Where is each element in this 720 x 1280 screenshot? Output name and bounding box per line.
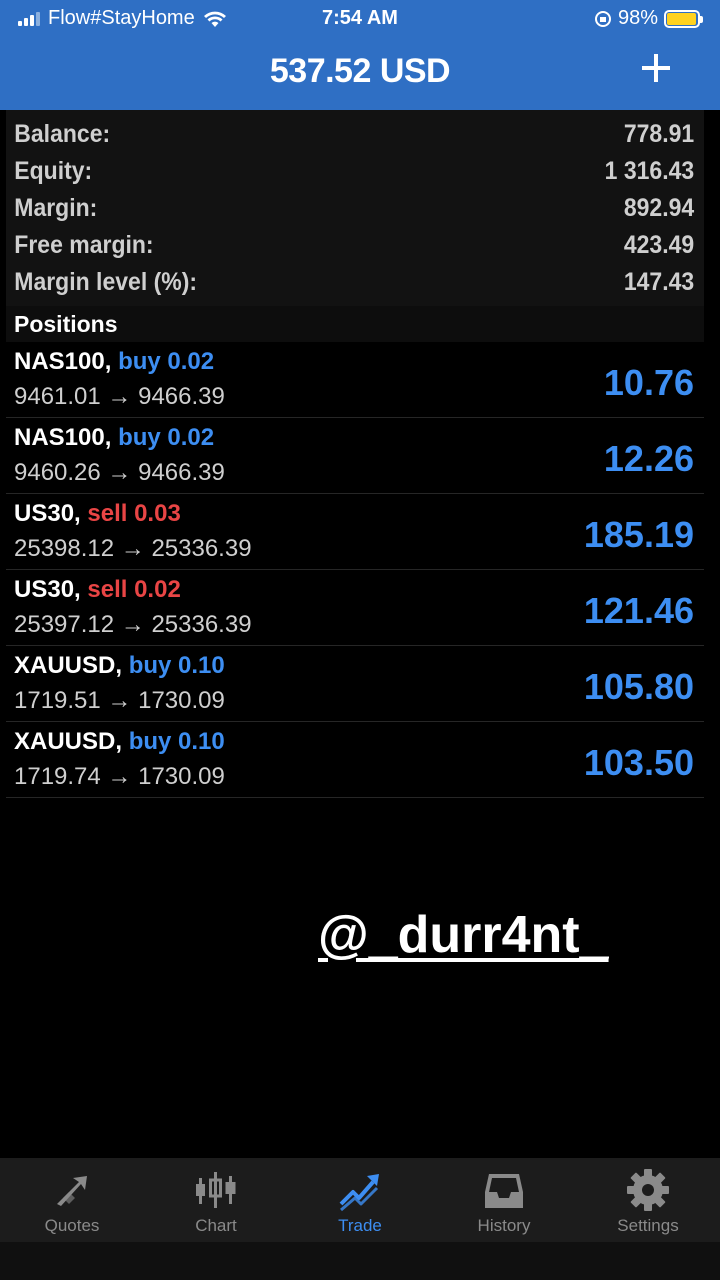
position-profit: 121.46 xyxy=(583,590,694,631)
tab-bar: Quotes Chart Trade History Settings xyxy=(0,1158,720,1242)
status-bar: Flow#StayHome 7:54 AM 98% xyxy=(0,0,720,38)
battery-fill xyxy=(667,12,697,25)
summary-value: 147.43 xyxy=(623,268,695,296)
position-side: buy 0.02 xyxy=(118,348,215,375)
status-right: 98% xyxy=(594,7,703,30)
position-symbol: NAS100, xyxy=(14,424,112,451)
watermark-text: @_durr4nt_ xyxy=(318,906,609,964)
battery-icon xyxy=(664,9,703,28)
summary-row-free-margin: Free margin: 423.49 xyxy=(6,227,703,264)
position-symbol: US30, xyxy=(14,576,81,603)
summary-label: Margin level (%): xyxy=(14,268,198,296)
summary-label: Free margin: xyxy=(14,231,154,259)
battery-percent: 98% xyxy=(617,7,658,29)
tab-trade[interactable]: Trade xyxy=(288,1158,432,1242)
position-side: buy 0.10 xyxy=(128,652,225,679)
summary-value: 892.94 xyxy=(623,194,695,222)
orientation-lock-icon xyxy=(594,10,611,27)
tab-label: Chart xyxy=(195,1216,237,1235)
account-summary: Balance: 778.91 Equity: 1 316.43 Margin:… xyxy=(6,110,704,306)
summary-value: 423.49 xyxy=(623,231,695,259)
summary-row-margin-level: Margin level (%): 147.43 xyxy=(6,264,703,301)
tab-history[interactable]: History xyxy=(432,1158,576,1242)
tab-label: Trade xyxy=(338,1216,382,1235)
tab-label: Quotes xyxy=(44,1216,100,1235)
position-symbol: NAS100, xyxy=(14,348,112,375)
inbox-tray-icon xyxy=(485,1174,523,1208)
tab-chart[interactable]: Chart xyxy=(144,1158,288,1242)
summary-row-balance: Balance: 778.91 xyxy=(6,116,703,153)
summary-label: Equity: xyxy=(14,157,93,185)
quotes-arrows-icon xyxy=(57,1176,87,1206)
tab-label: History xyxy=(477,1216,531,1235)
position-symbol: US30, xyxy=(14,500,81,527)
position-profit: 185.19 xyxy=(583,514,694,555)
positions-list: NAS100, buy 0.02 9461.01 → 9466.39 10.76… xyxy=(6,342,704,798)
position-profit: 10.76 xyxy=(603,362,694,403)
gear-icon xyxy=(627,1169,669,1211)
tab-label: Settings xyxy=(617,1216,679,1235)
candlestick-icon xyxy=(196,1172,236,1208)
position-prices: 9460.26 → 9466.39 xyxy=(14,459,225,486)
summary-label: Margin: xyxy=(14,194,98,222)
position-row[interactable]: XAUUSD, buy 0.10 1719.51 → 1730.09 105.8… xyxy=(6,646,704,722)
position-profit: 12.26 xyxy=(603,438,694,479)
tab-settings[interactable]: Settings xyxy=(576,1158,720,1242)
position-symbol: XAUUSD, xyxy=(14,652,123,679)
position-symbol: XAUUSD, xyxy=(14,728,123,755)
position-side: buy 0.02 xyxy=(118,424,215,451)
position-row[interactable]: XAUUSD, buy 0.10 1719.74 → 1730.09 103.5… xyxy=(6,722,704,798)
summary-row-margin: Margin: 892.94 xyxy=(6,190,703,227)
summary-value: 778.91 xyxy=(623,120,695,148)
trade-trend-icon xyxy=(339,1174,379,1212)
position-row[interactable]: NAS100, buy 0.02 9461.01 → 9466.39 10.76 xyxy=(6,342,704,418)
summary-label: Balance: xyxy=(14,120,111,148)
home-indicator-area xyxy=(0,1242,720,1280)
position-row[interactable]: NAS100, buy 0.02 9460.26 → 9466.39 12.26 xyxy=(6,418,704,494)
position-row[interactable]: US30, sell 0.02 25397.12 → 25336.39 121.… xyxy=(6,570,704,646)
position-prices: 1719.74 → 1730.09 xyxy=(14,763,225,790)
positions-section-header: Positions xyxy=(6,306,704,342)
position-row[interactable]: US30, sell 0.03 25398.12 → 25336.39 185.… xyxy=(6,494,704,570)
summary-value: 1 316.43 xyxy=(604,157,695,185)
new-order-plus-icon[interactable] xyxy=(636,48,676,88)
summary-row-equity: Equity: 1 316.43 xyxy=(6,153,703,190)
position-profit: 103.50 xyxy=(583,742,694,783)
position-prices: 9461.01 → 9466.39 xyxy=(14,383,225,410)
position-side: buy 0.10 xyxy=(128,728,225,755)
app-header: Flow#StayHome 7:54 AM 98% 537.52 USD xyxy=(0,0,720,110)
position-side: sell 0.03 xyxy=(87,500,181,527)
tab-quotes[interactable]: Quotes xyxy=(0,1158,144,1242)
position-prices: 25398.12 → 25336.39 xyxy=(14,535,252,562)
position-prices: 1719.51 → 1730.09 xyxy=(14,687,225,714)
position-profit: 105.80 xyxy=(583,666,694,707)
position-side: sell 0.02 xyxy=(87,576,181,603)
account-profit-title: 537.52 USD xyxy=(269,52,451,90)
position-prices: 25397.12 → 25336.39 xyxy=(14,611,252,638)
